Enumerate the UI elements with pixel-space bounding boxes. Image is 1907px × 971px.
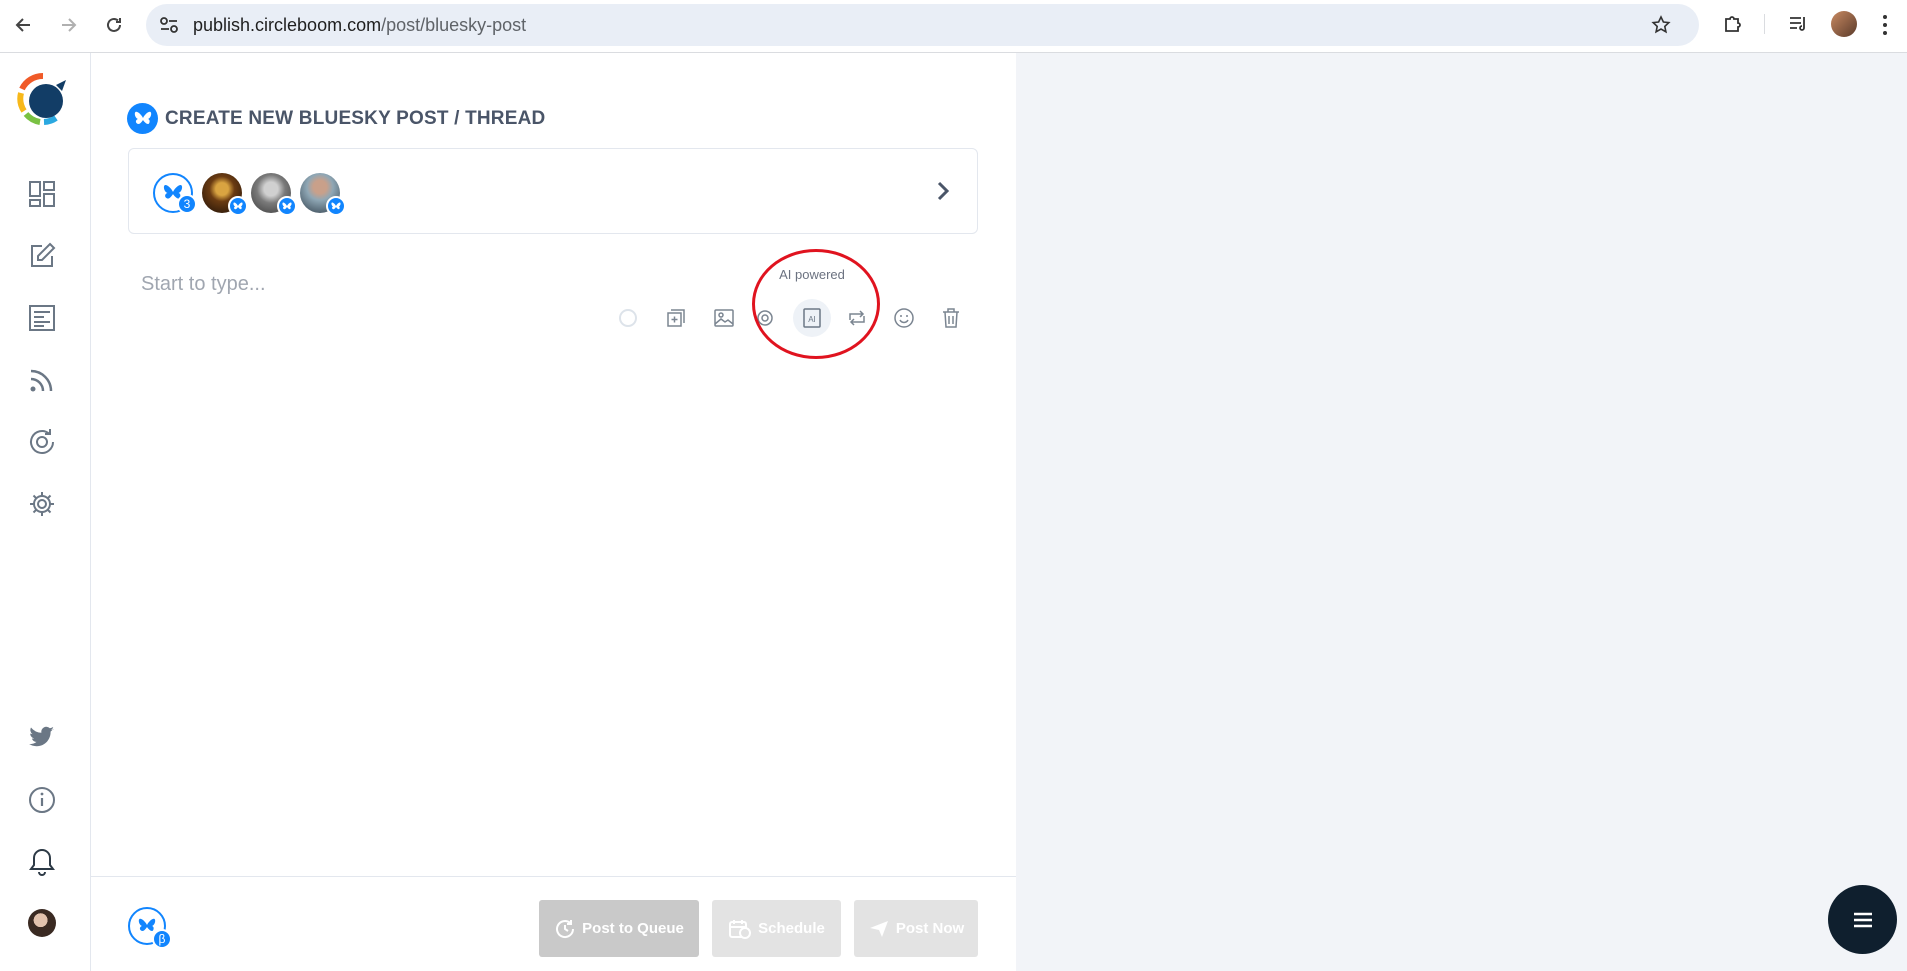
settings-icon [30,492,54,516]
bluesky-badge [277,196,297,216]
extensions-icon[interactable] [1722,13,1744,35]
send-icon [869,920,888,937]
queue-icon [556,919,575,938]
browser-toolbar: publish.circleboom.com/post/bluesky-post [0,0,1907,53]
autopost-icon [30,429,54,454]
sidebar-item-info[interactable] [25,783,59,817]
dashboard-icon [29,181,55,207]
address-bar[interactable]: publish.circleboom.com/post/bluesky-post [146,4,1699,46]
post-now-label: Post Now [895,920,965,937]
emoji-icon [894,308,914,328]
profile-avatar[interactable] [1831,11,1857,37]
account-count-badge: 3 [177,194,197,214]
chevron-right-icon[interactable] [936,180,950,202]
add-image-button[interactable] [705,299,743,337]
butterfly-icon [134,111,151,124]
twitter-icon [29,726,54,747]
editor-footer: β Post to Queue Schedule Post Now [91,876,1016,971]
sidebar-item-notifications[interactable] [25,845,59,879]
menu-fab-button[interactable] [1828,885,1897,954]
url-path: /post/bluesky-post [381,15,527,35]
back-arrow-icon [15,18,30,32]
url-host: publish.circleboom.com [193,15,382,35]
media-control-icon[interactable] [1788,14,1810,34]
browser-menu-icon[interactable] [1882,14,1888,36]
articles-icon [29,305,55,331]
image-icon [714,309,734,327]
hamburger-icon [1853,912,1872,927]
post-now-button[interactable]: Post Now [854,900,978,957]
post-editor-panel: CREATE NEW BLUESKY POST / THREAD 3 Start… [91,53,1016,971]
site-settings-icon[interactable] [159,16,179,34]
user-avatar [28,909,56,937]
bluesky-badge [228,196,248,216]
character-counter [609,299,647,337]
page-title-row: CREATE NEW BLUESKY POST / THREAD [127,103,545,134]
butterfly-icon [138,918,156,932]
sidebar-item-twitter[interactable] [25,721,59,755]
app-sidebar [0,53,91,971]
url-text: publish.circleboom.com/post/bluesky-post [193,15,526,36]
logo-icon [17,72,66,125]
post-to-queue-label: Post to Queue [582,920,684,937]
circleboom-logo[interactable] [16,71,70,127]
forward-arrow-icon [62,18,77,32]
schedule-button[interactable]: Schedule [712,900,841,957]
sidebar-item-autopost[interactable] [25,425,59,459]
emoji-button[interactable] [885,299,923,337]
schedule-label: Schedule [758,920,825,937]
sidebar-item-compose[interactable] [25,239,59,273]
post-to-queue-button[interactable]: Post to Queue [539,900,699,957]
bluesky-badge [127,103,158,134]
sidebar-item-settings[interactable] [25,487,59,521]
info-icon [29,787,55,813]
compose-icon [31,242,56,267]
bluesky-badge [326,196,346,216]
butterfly-icon [331,202,341,209]
account-selector[interactable]: 3 [128,148,978,234]
delete-button[interactable] [932,299,970,337]
butterfly-icon [233,202,243,209]
trash-icon [943,308,959,328]
toolbar-divider [1764,14,1765,34]
add-post-icon [667,309,685,327]
annotation-highlight-circle [752,249,880,359]
sidebar-item-articles[interactable] [25,301,59,335]
bell-icon [29,848,55,876]
progress-ring-icon [619,309,637,327]
bookmark-star-icon[interactable] [1651,15,1671,35]
sidebar-user-avatar[interactable] [25,906,59,940]
forward-button[interactable] [55,12,81,38]
rss-icon [30,369,53,392]
preview-panel [1016,53,1907,971]
butterfly-icon [282,202,292,209]
sidebar-item-dashboard[interactable] [25,177,59,211]
page-title: CREATE NEW BLUESKY POST / THREAD [165,107,546,129]
sidebar-item-rss[interactable] [25,363,59,397]
back-button[interactable] [11,12,37,38]
reload-icon [107,17,121,32]
editor-placeholder: Start to type... [141,273,266,295]
reload-button[interactable] [101,12,127,38]
add-thread-button[interactable] [657,299,695,337]
calendar-clock-icon [729,919,752,939]
beta-badge: β [152,929,172,949]
